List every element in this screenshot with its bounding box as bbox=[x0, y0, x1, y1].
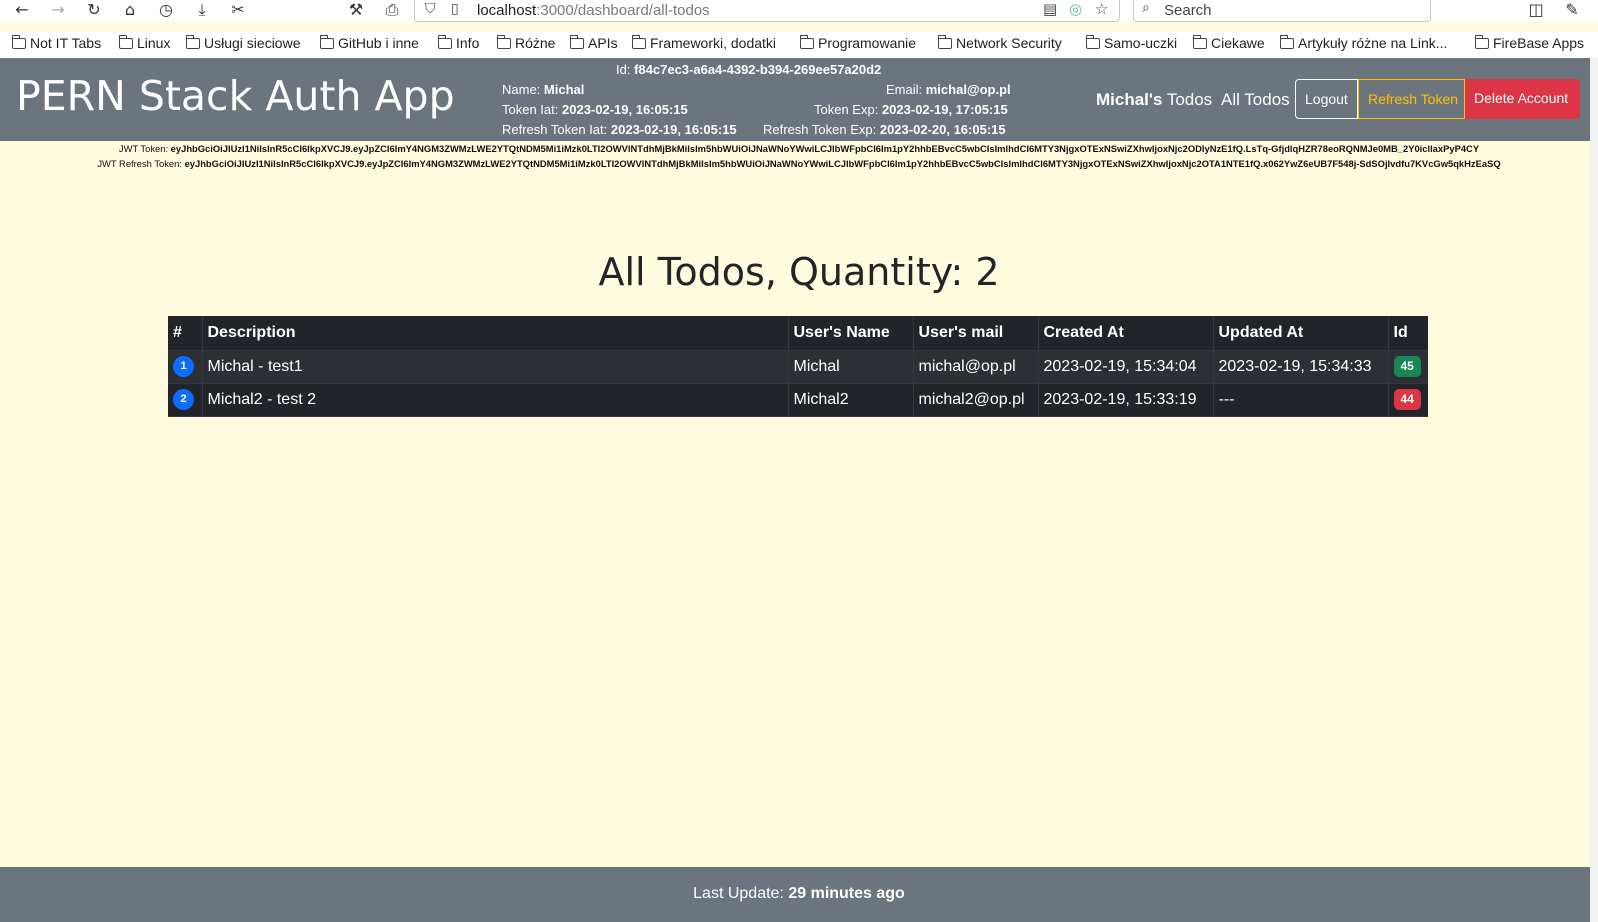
user-mail-cell: michal@op.pl bbox=[912, 350, 1038, 384]
jwt-refresh-token: JWT Refresh Token: eyJhbGciOiJIUzI1NiIsI… bbox=[97, 158, 1501, 169]
folder-icon bbox=[800, 34, 814, 49]
id-badge: 45 bbox=[1393, 356, 1421, 377]
logout-button[interactable]: Logout bbox=[1295, 79, 1358, 119]
id-badge: 44 bbox=[1393, 389, 1421, 410]
updated-at-cell: 2023-02-19, 15:34:33 bbox=[1212, 350, 1388, 384]
column-header: Updated At bbox=[1212, 316, 1388, 351]
bookmark-folder[interactable]: APIs bbox=[570, 34, 618, 51]
updated-at-cell: --- bbox=[1212, 383, 1388, 417]
url-bar[interactable]: ⛉ ▯ localhost:3000/dashboard/all-todos ▤… bbox=[414, 0, 1120, 22]
user-mail-cell: michal2@op.pl bbox=[912, 383, 1038, 417]
column-header: Created At bbox=[1037, 316, 1213, 351]
jwt-token: JWT Token: eyJhbGciOiJIUzI1NiIsInR5cCI6I… bbox=[118, 143, 1480, 154]
table-header-row: # Description User's Name User's mail Cr… bbox=[168, 316, 1428, 351]
reader-view-icon[interactable]: ▤ bbox=[1043, 0, 1057, 18]
bookmark-folder[interactable]: Linux bbox=[119, 34, 170, 51]
bookmark-folder[interactable]: Usługi sieciowe bbox=[186, 34, 300, 51]
folder-icon bbox=[1280, 34, 1294, 49]
page-scrollbar[interactable] bbox=[1590, 58, 1598, 922]
bookmarks-bar: Not IT Tabs Linux Usługi sieciowe GitHub… bbox=[0, 32, 1598, 58]
history-icon[interactable]: ◷ bbox=[156, 0, 176, 20]
folder-icon bbox=[632, 34, 646, 49]
description-cell: Michal - test1 bbox=[201, 350, 788, 384]
footer: Last Update: 29 minutes ago bbox=[0, 867, 1598, 922]
extension-icon[interactable]: ◎ bbox=[1069, 0, 1082, 18]
delete-account-button[interactable]: Delete Account bbox=[1465, 79, 1580, 119]
brand-title[interactable]: PERN Stack Auth App bbox=[16, 72, 455, 120]
id-cell: 44 bbox=[1387, 383, 1428, 417]
column-header: Description bbox=[201, 316, 788, 351]
search-icon: ⌕ bbox=[1142, 0, 1150, 16]
url-text[interactable]: localhost:3000/dashboard/all-todos bbox=[477, 2, 710, 19]
column-header: Id bbox=[1387, 316, 1428, 351]
user-name-cell: Michal bbox=[787, 350, 913, 384]
refresh-token-iat: Refresh Token Iat: 2023-02-19, 16:05:15 bbox=[502, 122, 737, 137]
folder-icon bbox=[1475, 34, 1489, 49]
app-navbar: PERN Stack Auth App Id: f84c7ec3-a6a4-43… bbox=[0, 58, 1598, 141]
wrench-icon[interactable]: ⚒ bbox=[346, 0, 366, 20]
bookmark-folder[interactable]: Not IT Tabs bbox=[12, 34, 101, 51]
bookmark-folder[interactable]: Różne bbox=[497, 34, 555, 51]
folder-icon bbox=[1193, 34, 1207, 49]
user-name: Name: Michal bbox=[502, 82, 585, 97]
folder-icon bbox=[497, 34, 511, 49]
bookmark-star-icon[interactable]: ☆ bbox=[1095, 0, 1108, 18]
page-title: All Todos, Quantity: 2 bbox=[598, 250, 1000, 294]
folder-icon bbox=[570, 34, 584, 49]
forward-icon[interactable]: → bbox=[48, 0, 68, 20]
bookmark-folder[interactable]: Info bbox=[438, 34, 479, 51]
reload-icon[interactable]: ↻ bbox=[84, 0, 104, 20]
user-email: Email: michal@op.pl bbox=[886, 82, 1011, 97]
description-cell: Michal2 - test 2 bbox=[201, 383, 788, 417]
back-icon[interactable]: ← bbox=[12, 0, 32, 20]
search-placeholder: Search bbox=[1164, 2, 1212, 19]
user-id: Id: f84c7ec3-a6a4-4392-b394-269ee57a20d2 bbox=[616, 62, 882, 77]
column-header: # bbox=[168, 316, 202, 351]
download-icon[interactable]: ⤓ bbox=[192, 0, 212, 20]
folder-icon bbox=[119, 34, 133, 49]
folder-icon bbox=[1086, 34, 1100, 49]
bookmark-folder[interactable]: FireBase Apps bbox=[1475, 34, 1584, 51]
row-number-badge: 1 bbox=[173, 356, 194, 377]
screenshot-icon[interactable]: ✂ bbox=[228, 0, 248, 20]
shield-icon[interactable]: ⛉ bbox=[425, 1, 436, 17]
user-name-cell: Michal2 bbox=[787, 383, 913, 417]
my-todos-link[interactable]: Michal's Todos bbox=[1096, 90, 1212, 110]
search-bar[interactable]: ⌕ Search bbox=[1133, 0, 1431, 22]
bookmark-folder[interactable]: Frameworki, dodatki bbox=[632, 34, 776, 51]
row-number-cell: 2 bbox=[168, 383, 202, 417]
row-number-cell: 1 bbox=[168, 350, 202, 384]
sidebar-icon[interactable]: ◫ bbox=[1526, 0, 1546, 20]
bookmark-folder[interactable]: Ciekawe bbox=[1193, 34, 1265, 51]
folder-icon bbox=[186, 34, 200, 49]
folder-icon bbox=[938, 34, 952, 49]
bookmark-folder[interactable]: Artykuły różne na Link... bbox=[1280, 34, 1447, 51]
folder-icon bbox=[12, 34, 26, 49]
row-number-badge: 2 bbox=[173, 389, 194, 410]
folder-icon bbox=[438, 34, 452, 49]
column-header: User's Name bbox=[787, 316, 913, 351]
page-icon: ▯ bbox=[451, 1, 459, 17]
browser-toolbar: ← → ↻ ⌂ ◷ ⤓ ✂ ⚒ ⎙ ⛉ ▯ localhost:3000/das… bbox=[0, 0, 1598, 22]
column-header: User's mail bbox=[912, 316, 1038, 351]
token-iat: Token Iat: 2023-02-19, 16:05:15 bbox=[502, 102, 688, 117]
print-icon[interactable]: ⎙ bbox=[382, 0, 402, 20]
table-row: 2 Michal2 - test 2 Michal2 michal2@op.pl… bbox=[168, 383, 1428, 417]
bookmark-folder[interactable]: GitHub i inne bbox=[320, 34, 419, 51]
refresh-token-button[interactable]: Refresh Token bbox=[1358, 79, 1465, 119]
home-icon[interactable]: ⌂ bbox=[120, 0, 140, 20]
all-todos-link[interactable]: All Todos bbox=[1221, 90, 1290, 110]
id-cell: 45 bbox=[1387, 350, 1428, 384]
bookmark-folder[interactable]: Programowanie bbox=[800, 34, 916, 51]
refresh-token-exp: Refresh Token Exp: 2023-02-20, 16:05:15 bbox=[763, 122, 1006, 137]
created-at-cell: 2023-02-19, 15:34:04 bbox=[1037, 350, 1213, 384]
todos-table: # Description User's Name User's mail Cr… bbox=[168, 316, 1428, 417]
bookmark-folder[interactable]: Network Security bbox=[938, 34, 1062, 51]
created-at-cell: 2023-02-19, 15:33:19 bbox=[1037, 383, 1213, 417]
folder-icon bbox=[320, 34, 334, 49]
table-row: 1 Michal - test1 Michal michal@op.pl 202… bbox=[168, 350, 1428, 384]
token-exp: Token Exp: 2023-02-19, 17:05:15 bbox=[814, 102, 1008, 117]
bookmark-folder[interactable]: Samo-uczki bbox=[1086, 34, 1177, 51]
extension-puzzle-icon[interactable]: ✎ bbox=[1562, 0, 1582, 20]
